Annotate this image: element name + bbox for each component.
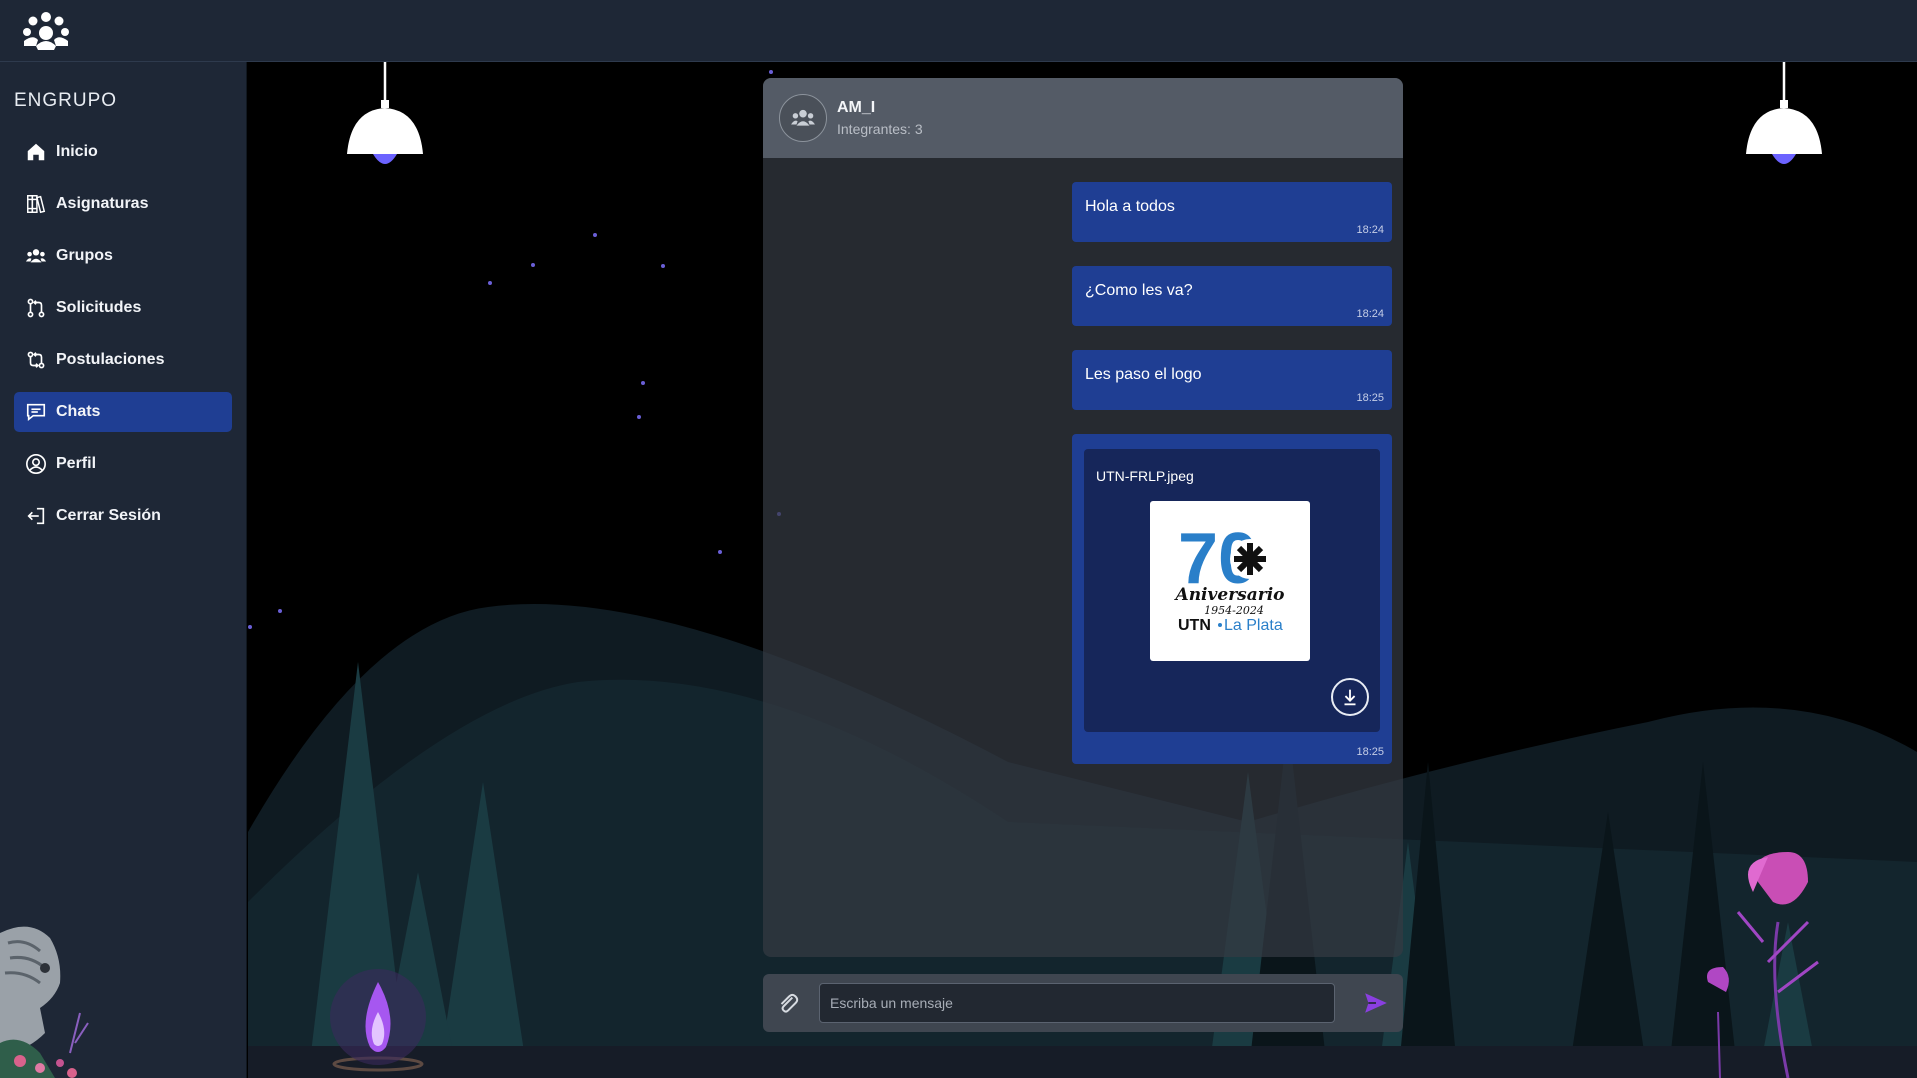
file-name: UTN-FRLP.jpeg — [1096, 468, 1194, 484]
chat-header: AM_I Integrantes: 3 — [763, 78, 1403, 158]
message-time: 18:25 — [1356, 392, 1384, 404]
sidebar-item-label: Solicitudes — [56, 299, 142, 316]
message-icon — [24, 400, 48, 424]
message-text: ¿Como les va? — [1085, 282, 1193, 299]
paperclip-icon[interactable] — [775, 990, 801, 1016]
sidebar: ENGRUPO Inicio Asignaturas Grupos Solici… — [0, 62, 247, 1078]
logout-icon — [24, 504, 48, 528]
sidebar-item-label: Cerrar Sesión — [56, 507, 161, 524]
message-bubble: Hola a todos 18:24 — [1072, 182, 1392, 242]
sidebar-item-label: Grupos — [56, 247, 113, 264]
message-composer — [763, 974, 1403, 1032]
svg-text:UTN: UTN — [1178, 617, 1211, 634]
brand-title: ENGRUPO — [14, 90, 118, 111]
file-message-bubble: UTN-FRLP.jpeg 70 Aniversario 1954-2024 U… — [1072, 434, 1392, 764]
sidebar-item-chats[interactable]: Chats — [14, 392, 232, 432]
message-bubble: Les paso el logo 18:25 — [1072, 350, 1392, 410]
sidebar-item-solicitudes[interactable]: Solicitudes — [14, 288, 232, 328]
ceiling-lamp-right — [1746, 62, 1822, 164]
robot-decoration — [0, 926, 89, 1078]
svg-text:Aniversario: Aniversario — [1174, 585, 1285, 605]
utn-logo-image: 70 Aniversario 1954-2024 UTN La Plata — [1174, 519, 1285, 634]
sidebar-item-inicio[interactable]: Inicio — [14, 132, 232, 172]
users-icon — [24, 244, 48, 268]
image-preview[interactable]: 70 Aniversario 1954-2024 UTN La Plata — [1150, 501, 1310, 661]
sidebar-item-cerrar-sesion[interactable]: Cerrar Sesión — [14, 496, 232, 536]
chat-title: AM_I — [837, 99, 876, 116]
svg-text:1954-2024: 1954-2024 — [1204, 604, 1264, 617]
chat-member-count: Integrantes: 3 — [837, 121, 923, 137]
message-time: 18:24 — [1356, 224, 1384, 236]
sidebar-item-label: Postulaciones — [56, 351, 165, 368]
sidebar-item-label: Asignaturas — [56, 195, 149, 212]
git-pull-request-icon — [24, 296, 48, 320]
download-icon — [1344, 689, 1356, 706]
top-bar — [0, 0, 1917, 62]
message-bubble: ¿Como les va? 18:24 — [1072, 266, 1392, 326]
svg-text:La Plata: La Plata — [1224, 617, 1283, 634]
message-input[interactable] — [819, 983, 1335, 1023]
group-avatar[interactable] — [779, 94, 827, 142]
download-button[interactable] — [1331, 678, 1369, 716]
home-icon — [24, 140, 48, 164]
sidebar-item-label: Chats — [56, 403, 101, 420]
sidebar-item-asignaturas[interactable]: Asignaturas — [14, 184, 232, 224]
message-text: Les paso el logo — [1085, 366, 1202, 383]
message-time: 18:24 — [1356, 308, 1384, 320]
sidebar-item-perfil[interactable]: Perfil — [14, 444, 232, 484]
app-logo-icon[interactable] — [18, 8, 74, 54]
users-icon — [791, 109, 815, 126]
sidebar-item-label: Perfil — [56, 455, 97, 472]
sidebar-item-label: Inicio — [56, 143, 98, 160]
sidebar-item-postulaciones[interactable]: Postulaciones — [14, 340, 232, 380]
sidebar-item-grupos[interactable]: Grupos — [14, 236, 232, 276]
sidebar-nav: Inicio Asignaturas Grupos Solicitudes Po… — [14, 132, 232, 548]
message-time: 18:25 — [1356, 746, 1384, 758]
chat-window: AM_I Integrantes: 3 Hola a todos 18:24 ¿… — [763, 78, 1403, 957]
books-icon — [24, 192, 48, 216]
ceiling-lamp-left — [347, 62, 423, 164]
send-icon[interactable] — [1363, 990, 1389, 1016]
git-compare-icon — [24, 348, 48, 372]
file-attachment-card: UTN-FRLP.jpeg 70 Aniversario 1954-2024 U… — [1084, 449, 1380, 732]
user-circle-icon — [24, 452, 48, 476]
message-text: Hola a todos — [1085, 198, 1175, 215]
